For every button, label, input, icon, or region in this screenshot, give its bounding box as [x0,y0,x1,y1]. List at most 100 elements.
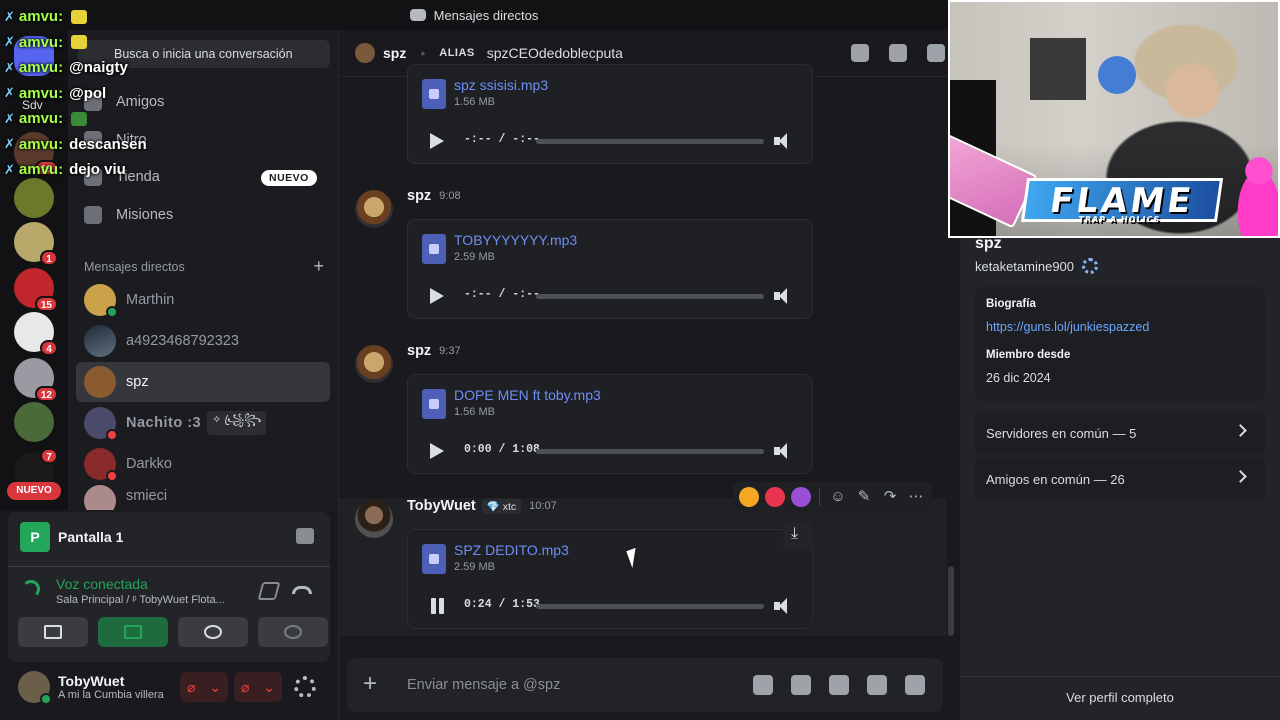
headphones-off-icon: ⌀ [240,678,250,695]
mutual-servers-row[interactable]: Servidores en común — 5 [975,411,1265,455]
voice-channel[interactable]: Sala Principal / ᵖ TobyWuet Flota... [56,594,248,606]
download-icon[interactable] [783,522,813,550]
dm-item-smieci[interactable]: smieci [76,485,330,510]
mute-button[interactable]: ⌀ ⌄ [180,672,228,702]
overlay-text: @naigty [69,59,128,77]
play-icon[interactable] [430,288,444,304]
voice-panel: P Pantalla 1 Voz conectada Sala Principa… [8,512,330,662]
dm-item-marthin[interactable]: Marthin [76,280,330,320]
voice-call-icon[interactable] [851,44,869,62]
settings-gear-icon[interactable] [294,676,316,698]
new-servers-pill[interactable]: NUEVO [7,482,61,500]
view-full-profile-link[interactable]: Ver perfil completo [960,690,1280,705]
bio-label: Biografía [986,298,1036,310]
screen-share-row[interactable]: P Pantalla 1 [20,522,123,552]
mutual-friends-row[interactable]: Amigos en común — 26 [975,457,1265,501]
pause-icon[interactable] [430,598,446,614]
playback-time: 0:00 / 1:08 [464,443,540,456]
activities-button[interactable] [178,617,248,647]
avatar[interactable] [355,500,393,538]
dm-item-nachito[interactable]: Nachito :3 ✧ ꧁ꦿ꧂ [76,403,330,443]
unread-badge: 12 [34,386,58,402]
deafen-button[interactable]: ⌀ ⌄ [234,672,282,702]
file-name[interactable]: DOPE MEN ft toby.mp3 [454,387,601,403]
avatar[interactable] [355,190,393,228]
create-dm-icon[interactable]: + [313,257,324,275]
dm-item-a4923468792323[interactable]: a4923468792323 [76,321,330,361]
noise-suppression-icon[interactable] [257,582,281,600]
file-name[interactable]: SPZ DEDITO.mp3 [454,542,569,558]
sword-icon: ✗ [4,110,15,126]
gift-icon[interactable] [753,675,773,695]
avatar[interactable] [355,345,393,383]
heart-reaction-icon[interactable] [765,487,785,507]
message-author[interactable]: spz [407,188,431,204]
member-since-label: Miembro desde [986,349,1071,361]
add-attachment-icon[interactable]: + [363,672,383,696]
dm-item-darkko[interactable]: Darkko [76,444,330,484]
guild-tag[interactable]: 💎 xtc [481,498,522,514]
server-icon[interactable]: 1 [14,222,58,266]
profile-display-name: spz [975,235,1002,252]
disconnect-icon[interactable] [292,586,312,594]
gif-icon[interactable] [791,675,811,695]
server-icon[interactable] [14,402,54,442]
volume-icon[interactable] [774,133,792,149]
nitro-badge-icon[interactable] [1082,258,1099,274]
edit-icon[interactable]: ✎ [854,487,874,507]
server-icon[interactable] [14,178,54,218]
profile-info-card: Biografía https://guns.lol/junkiespazzed… [975,287,1265,401]
fire-reaction-icon[interactable] [739,487,759,507]
nav-quests[interactable]: Misiones [84,206,173,224]
chat-scrollbar[interactable] [948,566,954,636]
video-call-icon[interactable] [889,44,907,62]
dm-item-spz[interactable]: spz [76,362,330,402]
volume-icon[interactable] [774,598,792,614]
audio-attachment: TOBYYYYYYY.mp3 2.59 MB -:-- / -:-- [407,219,813,319]
volume-icon[interactable] [774,288,792,304]
eggplant-reaction-icon[interactable] [791,487,811,507]
emote-icon [71,35,88,50]
progress-bar[interactable] [536,294,764,299]
alias-value: spzCEOdedoblecputa [486,45,623,61]
sticker-icon[interactable] [829,675,849,695]
volume-icon[interactable] [774,443,792,459]
server-icon[interactable]: 4 [14,312,58,356]
file-name[interactable]: TOBYYYYYYY.mp3 [454,232,577,248]
overlay-user: amvu: [18,84,64,102]
overlay-user: amvu: [18,59,64,77]
server-icon[interactable]: 12 [14,358,58,402]
message-input[interactable] [407,677,737,693]
divider [8,566,330,567]
emoji-icon[interactable] [867,675,887,695]
progress-bar[interactable] [536,449,764,454]
screen-share-button[interactable] [98,617,168,647]
bio-link[interactable]: https://guns.lol/junkiespazzed [986,320,1254,334]
progress-bar[interactable] [536,604,764,609]
apps-icon[interactable] [905,675,925,695]
file-name[interactable]: spz ssisisi.mp3 [454,77,548,93]
play-icon[interactable] [430,443,444,459]
message-author[interactable]: spz [407,343,431,359]
overlay-text: descansen [69,135,147,153]
separator: • [420,45,426,61]
close-stream-icon[interactable] [296,528,314,544]
window-title: Mensajes directos [433,7,539,23]
signal-icon[interactable] [22,580,40,598]
message-time: 9:08 [439,190,461,202]
server-icon[interactable]: 15 [14,268,58,312]
overlay-chat-line: ✗ amvu: dejo viu [4,157,147,183]
progress-bar[interactable] [536,139,764,144]
play-icon[interactable] [430,133,444,149]
add-reaction-icon[interactable]: ☺ [828,487,848,507]
forward-icon[interactable]: ↷ [880,487,900,507]
message-author[interactable]: TobyWuet [407,498,476,514]
sword-icon: ✗ [4,136,15,152]
more-icon[interactable]: ⋯ [906,487,926,507]
soundboard-button[interactable] [258,617,328,647]
avatar [84,407,118,441]
avatar[interactable] [18,671,52,705]
camera-button[interactable] [18,617,88,647]
header-actions [851,44,945,62]
pin-icon[interactable] [927,44,945,62]
